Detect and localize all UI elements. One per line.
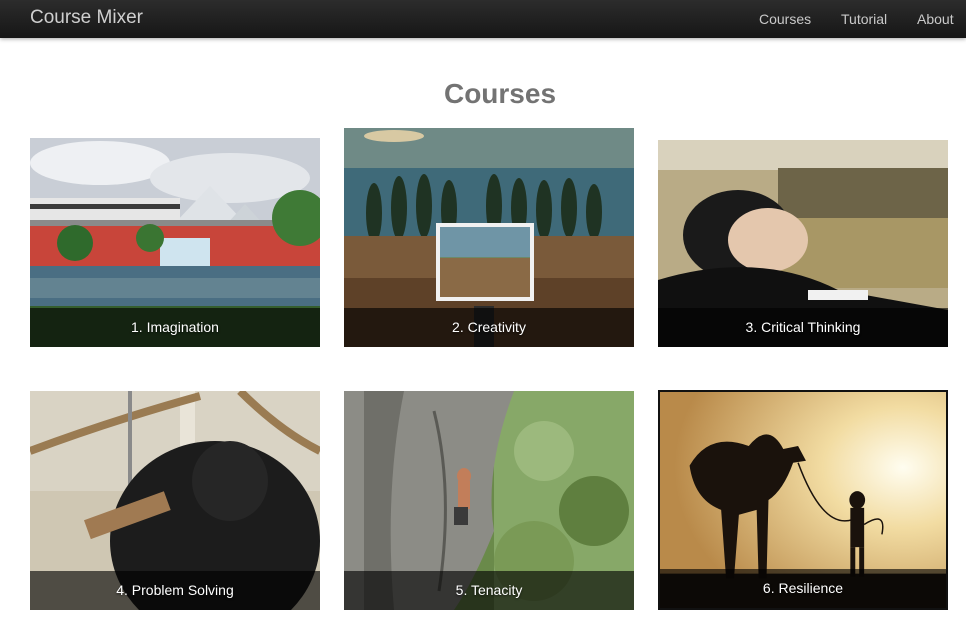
nav-link-about[interactable]: About (917, 11, 954, 27)
course-title: 4. Problem Solving (30, 571, 320, 610)
course-card-creativity[interactable]: 2. Creativity (344, 128, 634, 347)
course-title: 5. Tenacity (344, 571, 634, 610)
course-title: 3. Critical Thinking (658, 308, 948, 347)
course-card-resilience[interactable]: 6. Resilience (658, 390, 948, 610)
nav-link-tutorial[interactable]: Tutorial (841, 11, 887, 27)
course-card-problem-solving[interactable]: 4. Problem Solving (30, 391, 320, 610)
course-card-imagination[interactable]: 1. Imagination (30, 138, 320, 347)
course-card-tenacity[interactable]: 5. Tenacity (344, 391, 634, 610)
brand-link[interactable]: Course Mixer (30, 7, 143, 29)
course-title: 2. Creativity (344, 308, 634, 347)
navbar: Course Mixer Courses Tutorial About (0, 0, 966, 38)
course-title: 6. Resilience (660, 569, 946, 608)
nav-link-courses[interactable]: Courses (759, 11, 811, 27)
page-title: Courses (443, 78, 557, 109)
course-card-critical-thinking[interactable]: 3. Critical Thinking (658, 140, 948, 347)
course-title: 1. Imagination (30, 308, 320, 347)
